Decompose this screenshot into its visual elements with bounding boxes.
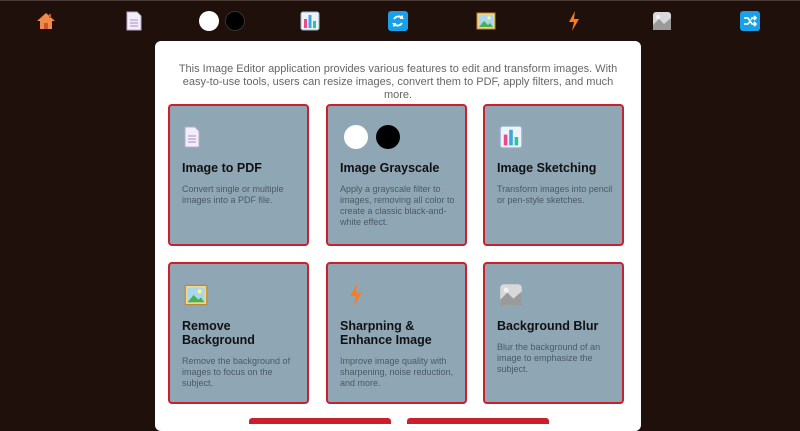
top-nav-bar (0, 0, 800, 41)
card-image-to-pdf[interactable]: Image to PDF Convert single or multiple … (168, 104, 309, 246)
image-landscape-icon (184, 282, 208, 308)
card-title: Sharpning & Enhance Image (340, 319, 432, 347)
card-description: Apply a grayscale filter to images, remo… (340, 184, 455, 227)
card-title: Background Blur (497, 319, 599, 333)
shuffle-icon[interactable] (740, 11, 760, 31)
card-background-blur[interactable]: Background Blur Blur the background of a… (483, 262, 624, 404)
card-title: Image Sketching (497, 161, 597, 175)
sketch-chart-icon[interactable] (300, 11, 320, 31)
sketch-chart-icon (499, 124, 523, 150)
card-description: Transform images into pencil or pen-styl… (497, 184, 613, 205)
blur-icon[interactable] (652, 11, 672, 31)
card-next-row-partial[interactable] (407, 418, 549, 424)
card-sharpen-enhance[interactable]: Sharpning & Enhance Image Improve image … (326, 262, 467, 404)
blur-icon (499, 282, 523, 308)
document-icon (184, 124, 200, 150)
convert-arrows-icon[interactable] (388, 11, 408, 31)
card-image-grayscale[interactable]: Image Grayscale Apply a grayscale filter… (326, 104, 467, 246)
home-icon[interactable] (36, 11, 56, 31)
features-panel: This Image Editor application provides v… (155, 41, 641, 431)
document-icon[interactable] (124, 11, 144, 31)
card-next-row-partial[interactable] (249, 418, 391, 424)
lightning-icon[interactable] (564, 11, 584, 31)
card-description: Blur the background of an image to empha… (497, 342, 601, 374)
card-description: Improve image quality with sharpening, n… (340, 356, 454, 388)
grayscale-toggle-icon[interactable] (198, 11, 246, 31)
card-title: Remove Background (182, 319, 255, 347)
card-remove-background[interactable]: Remove Background Remove the background … (168, 262, 309, 404)
image-landscape-icon[interactable] (476, 11, 496, 31)
card-description: Convert single or multiple images into a… (182, 184, 284, 205)
lightning-icon (348, 282, 364, 308)
card-image-sketching[interactable]: Image Sketching Transform images into pe… (483, 104, 624, 246)
card-title: Image Grayscale (340, 161, 440, 175)
grayscale-circles-icon (344, 124, 400, 150)
card-description: Remove the background of images to focus… (182, 356, 291, 388)
intro-text: This Image Editor application provides v… (178, 63, 618, 101)
card-title: Image to PDF (182, 161, 262, 175)
